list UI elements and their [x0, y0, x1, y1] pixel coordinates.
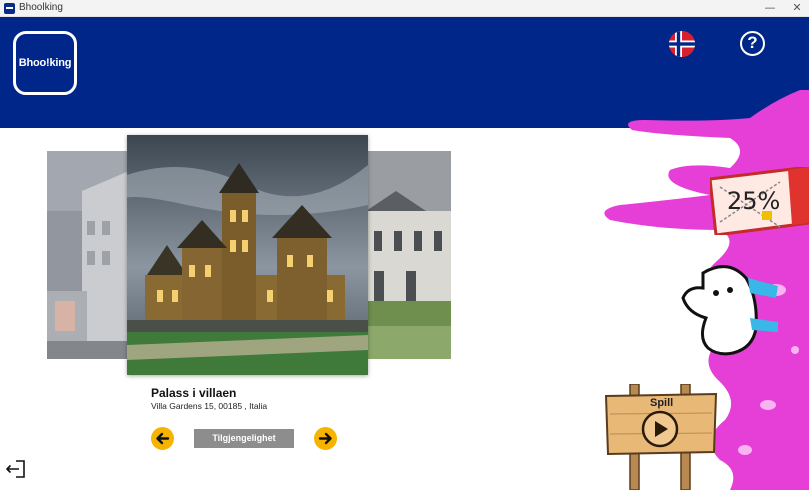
minimize-button[interactable]: — — [762, 1, 778, 15]
close-button[interactable]: ✕ — [789, 1, 805, 15]
window-title: Bhoolking — [19, 2, 63, 13]
app-window: { "window": {"title": "Bhoolking", "mini… — [0, 0, 809, 490]
hotel-address: Villa Gardens 15, 00185 , Italia — [151, 401, 268, 411]
game-label: Spill — [650, 397, 674, 409]
hotel-image[interactable] — [127, 135, 368, 375]
prev-button[interactable] — [151, 427, 174, 450]
arrow-left-icon — [156, 432, 170, 445]
carousel-prev-image[interactable] — [47, 151, 129, 359]
ghost-character — [678, 258, 778, 378]
logo[interactable]: Bhoo!king — [13, 31, 77, 95]
next-button[interactable] — [314, 427, 337, 450]
app-icon — [4, 3, 15, 14]
hotel-name: Palass i villaen — [151, 386, 237, 400]
carousel-next-image[interactable] — [366, 151, 451, 359]
logo-text: Bhoo!king — [18, 57, 72, 69]
coupon-discount: 25% — [727, 187, 781, 215]
availability-button[interactable]: Tilgjengelighet — [194, 429, 294, 448]
help-icon[interactable]: ? — [740, 31, 765, 56]
arrow-right-icon — [318, 432, 332, 445]
norway-flag-icon[interactable] — [669, 31, 695, 57]
title-bar: Bhoolking — ✕ — [0, 0, 809, 17]
logout-icon[interactable] — [5, 459, 27, 479]
